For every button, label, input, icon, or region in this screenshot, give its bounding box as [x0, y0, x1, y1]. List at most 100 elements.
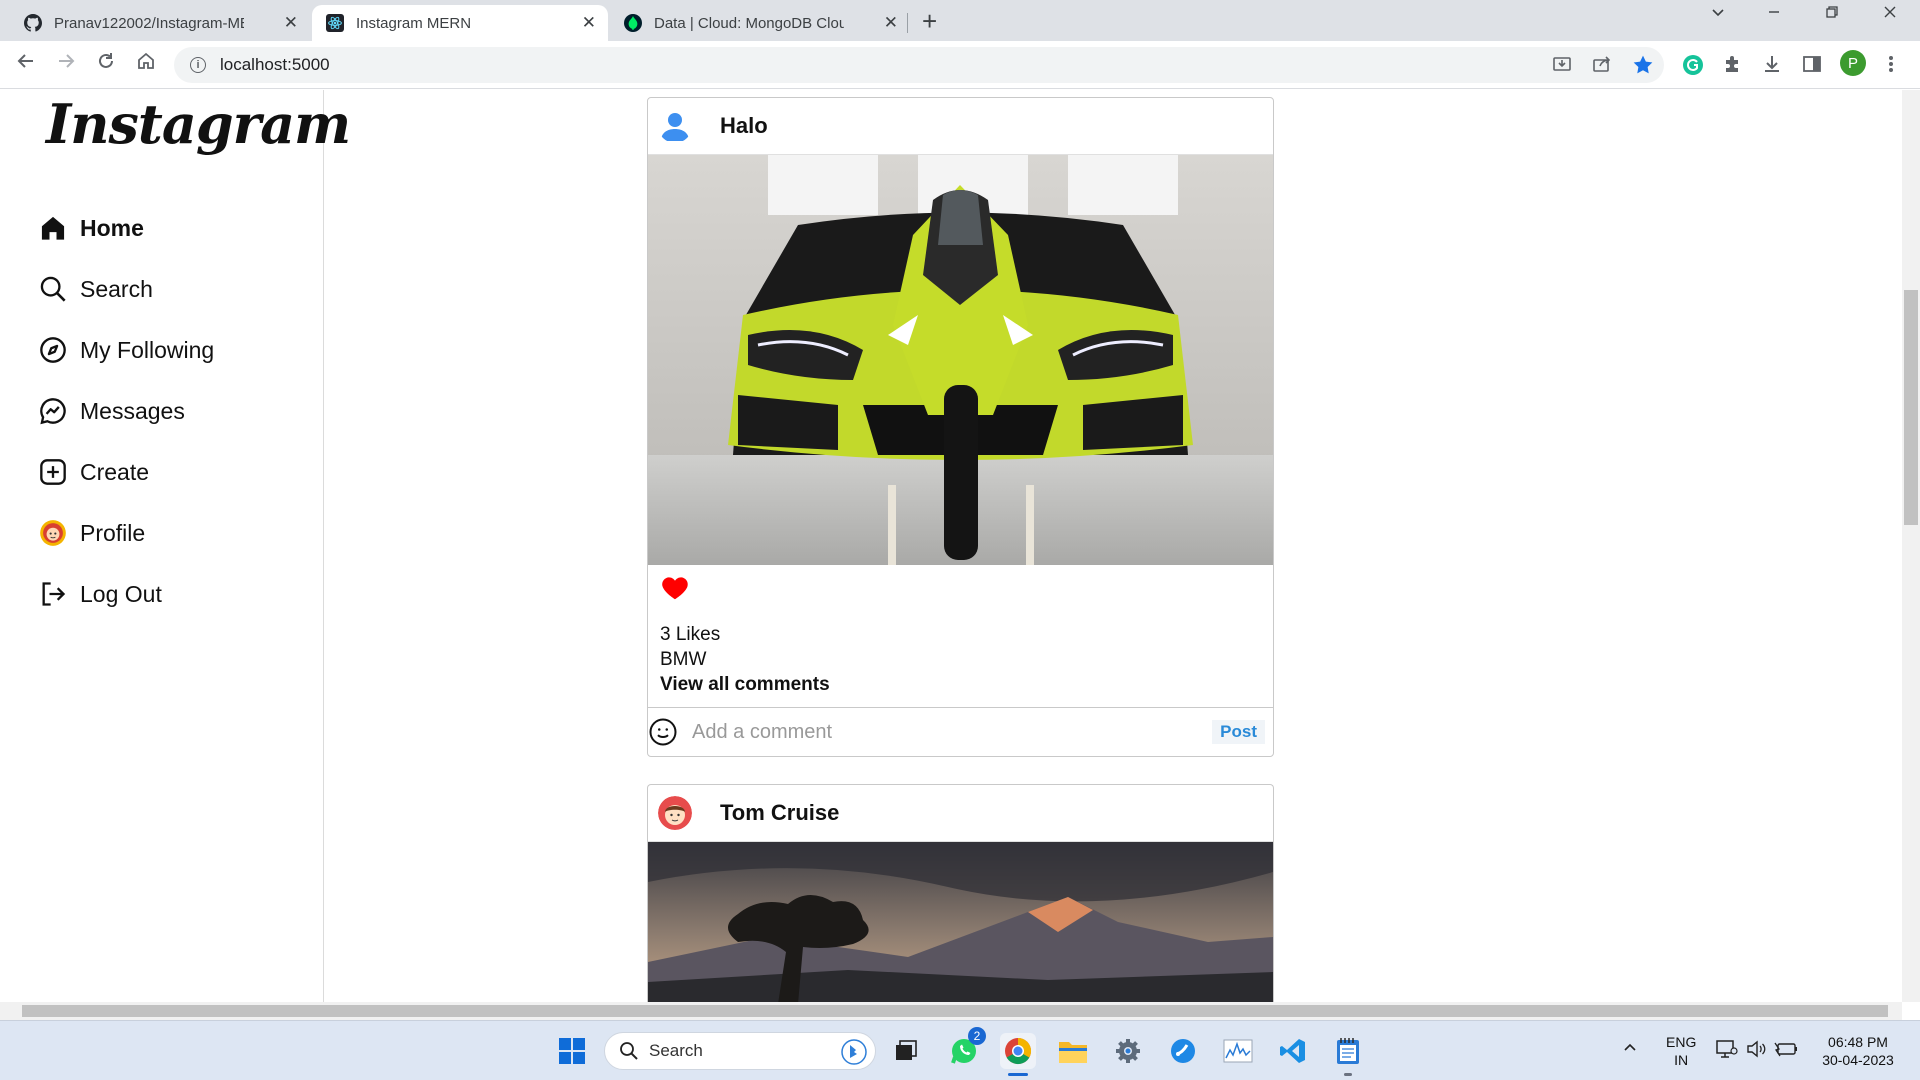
github-icon — [24, 14, 42, 32]
notepad-icon[interactable] — [1330, 1033, 1366, 1076]
sidebar-item-label: My Following — [80, 336, 215, 363]
clock-date: 30-04-2023 — [1822, 1052, 1894, 1068]
language-indicator[interactable]: ENG IN — [1666, 1033, 1696, 1069]
mongodb-icon — [624, 14, 642, 32]
windows-start-icon[interactable] — [554, 1033, 590, 1069]
bing-icon[interactable] — [841, 1039, 867, 1070]
sidebar: Instagram Home Search My Following Messa… — [0, 90, 351, 1002]
grammarly-icon[interactable] — [1682, 54, 1704, 82]
url-text[interactable]: localhost:5000 — [220, 55, 330, 75]
vertical-scroll-thumb[interactable] — [1904, 290, 1918, 525]
sidebar-item-label: Profile — [80, 519, 146, 546]
emoji-smiley-icon[interactable] — [648, 717, 678, 747]
comment-row: Post — [648, 707, 1273, 756]
close-tab-icon[interactable]: ✕ — [284, 13, 298, 33]
instagram-logo[interactable]: Instagram — [46, 92, 351, 156]
user-avatar-icon[interactable] — [658, 109, 692, 143]
tab-github[interactable]: Pranav122002/Instagram-MERN: ✕ — [10, 5, 310, 41]
chrome-taskbar-icon[interactable] — [1000, 1033, 1036, 1076]
new-tab-button[interactable]: + — [922, 6, 937, 37]
bookmark-star-icon[interactable] — [1632, 54, 1654, 82]
address-bar[interactable]: i localhost:5000 — [174, 47, 1664, 83]
sidebar-item-profile[interactable]: Profile — [38, 513, 145, 553]
compass-icon — [38, 335, 68, 365]
horizontal-scrollbar[interactable] — [0, 1002, 1902, 1020]
sidebar-item-log-out[interactable]: Log Out — [38, 574, 162, 614]
post-author[interactable]: Halo — [720, 113, 768, 139]
tab-search-chevron-icon[interactable] — [1710, 4, 1726, 25]
sidebar-item-my-following[interactable]: My Following — [38, 330, 214, 370]
sidebar-item-search[interactable]: Search — [38, 269, 153, 309]
performance-monitor-icon[interactable] — [1220, 1033, 1256, 1069]
post-comment-button[interactable]: Post — [1212, 720, 1265, 744]
edge-like-app-icon[interactable] — [1165, 1033, 1201, 1069]
react-icon — [326, 14, 344, 32]
notification-badge: 2 — [968, 1027, 986, 1045]
battery-icon[interactable] — [1774, 1039, 1798, 1063]
clock[interactable]: 06:48 PM 30-04-2023 — [1816, 1033, 1900, 1069]
profile-initial: P — [1840, 50, 1866, 76]
profile-avatar-button[interactable]: P — [1840, 50, 1866, 76]
post-card: Tom Cruise — [647, 784, 1274, 1004]
extensions-puzzle-icon[interactable] — [1722, 54, 1742, 80]
post-image[interactable] — [648, 155, 1273, 565]
messenger-icon — [38, 396, 68, 426]
network-icon[interactable] — [1716, 1039, 1738, 1063]
taskbar-search-box[interactable]: Search — [604, 1032, 876, 1070]
downloads-icon[interactable] — [1762, 54, 1782, 80]
sidebar-item-home[interactable]: Home — [38, 208, 144, 248]
vscode-icon[interactable] — [1275, 1033, 1311, 1069]
vertical-scrollbar[interactable] — [1902, 90, 1920, 1002]
volume-icon[interactable] — [1746, 1039, 1766, 1063]
whatsapp-icon[interactable]: 2 — [946, 1027, 986, 1069]
browser-toolbar: i localhost:5000 P — [0, 41, 1920, 89]
install-app-icon[interactable] — [1552, 54, 1572, 80]
post-author[interactable]: Tom Cruise — [720, 800, 839, 826]
reload-button[interactable] — [96, 51, 116, 77]
post-caption: BMW — [660, 649, 707, 670]
sidebar-item-label: Log Out — [80, 580, 162, 607]
home-button[interactable] — [136, 51, 156, 77]
language-top: ENG — [1666, 1034, 1697, 1050]
windows-taskbar: Search 2 ENG IN 06:48 PM 30-04-2023 — [0, 1020, 1920, 1080]
close-tab-icon[interactable]: ✕ — [582, 13, 596, 33]
sidebar-item-create[interactable]: Create — [38, 452, 149, 492]
task-view-icon[interactable] — [888, 1033, 924, 1069]
profile-avatar-icon — [38, 518, 68, 548]
show-hidden-icons-chevron[interactable] — [1622, 1039, 1638, 1059]
site-info-icon[interactable]: i — [190, 57, 206, 73]
file-explorer-icon[interactable] — [1055, 1033, 1091, 1069]
restore-button[interactable] — [1824, 4, 1840, 25]
back-button[interactable] — [16, 51, 36, 77]
close-window-button[interactable] — [1882, 4, 1898, 25]
user-avatar-icon[interactable] — [658, 796, 692, 830]
post-image[interactable] — [648, 842, 1273, 1004]
search-icon — [619, 1041, 639, 1061]
close-tab-icon[interactable]: ✕ — [884, 13, 898, 33]
post-header: Halo — [648, 98, 1273, 155]
share-icon[interactable] — [1592, 54, 1612, 80]
view-all-comments-link[interactable]: View all comments — [660, 672, 1261, 697]
tab-mongodb[interactable]: Data | Cloud: MongoDB Cloud ✕ — [610, 5, 910, 41]
sidebar-item-label: Home — [80, 214, 144, 241]
tab-instagram[interactable]: Instagram MERN ✕ — [312, 5, 608, 41]
like-heart-icon[interactable] — [660, 573, 690, 608]
active-app-indicator — [1008, 1073, 1028, 1076]
sidebar-item-messages[interactable]: Messages — [38, 391, 185, 431]
chrome-menu-icon[interactable] — [1888, 54, 1894, 80]
side-panel-icon[interactable] — [1802, 54, 1822, 80]
search-icon — [38, 274, 68, 304]
settings-gear-icon[interactable] — [1110, 1033, 1146, 1069]
sidebar-item-label: Messages — [80, 397, 185, 424]
forward-button[interactable] — [56, 51, 76, 77]
comment-input[interactable] — [692, 720, 1192, 744]
clock-time: 06:48 PM — [1828, 1034, 1888, 1050]
post-body: 3 Likes BMW View all comments — [648, 565, 1273, 707]
running-app-indicator — [1344, 1073, 1352, 1076]
home-icon — [38, 213, 68, 243]
horizontal-scroll-thumb[interactable] — [22, 1005, 1888, 1017]
tab-label: Instagram MERN — [356, 14, 472, 32]
minimize-button[interactable] — [1766, 4, 1782, 25]
like-count: 3 Likes — [660, 624, 721, 645]
plus-square-icon — [38, 457, 68, 487]
